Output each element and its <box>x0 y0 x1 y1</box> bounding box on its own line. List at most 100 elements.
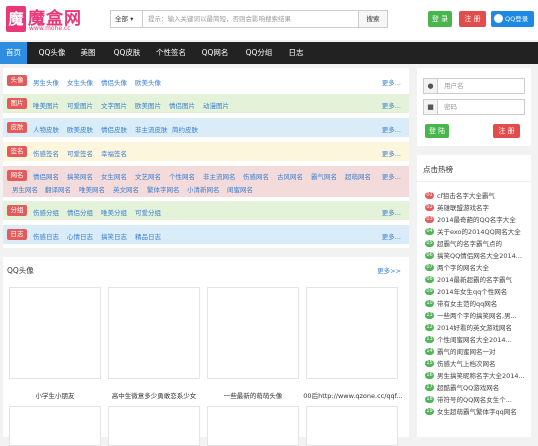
category-link[interactable]: 古风网名 <box>277 171 303 181</box>
category-link[interactable]: 文字图片 <box>101 100 127 110</box>
category-link[interactable]: 幸福签名 <box>101 148 127 158</box>
category-link[interactable]: 伤感日志 <box>33 231 59 241</box>
hot-list-item[interactable]: 03 2014最奇葩的QQ名字大全 <box>425 214 531 225</box>
search-scope-select[interactable]: 全部 ▾ <box>110 10 143 28</box>
nav-journal[interactable]: 日志 <box>283 42 309 64</box>
hot-list-item[interactable]: 16 男生搞笑昵称名字大全2014... <box>425 370 531 381</box>
category-link[interactable]: 伤感签名 <box>33 148 59 158</box>
section-more-link[interactable]: 更多>> <box>377 265 401 275</box>
qq-login-button[interactable]: QQ登录 <box>491 11 534 27</box>
username-field[interactable]: ● 用户名 <box>423 78 525 94</box>
header-login-button[interactable]: 登 录 <box>428 11 452 27</box>
password-field[interactable]: ■ 密码 <box>423 99 525 115</box>
more-link[interactable]: 更多... <box>382 124 401 134</box>
nav-home[interactable]: 首页 <box>0 42 27 64</box>
hot-list-item[interactable]: 06 搞笑QQ情侣网名大全2014... <box>425 250 531 261</box>
hot-list-item[interactable]: 08 2014最新超霸的名字霸气 <box>425 274 531 285</box>
category-link[interactable]: 人物皮肤 <box>33 124 59 134</box>
category-link[interactable]: 霸气网名 <box>311 171 337 181</box>
avatar-thumbnail[interactable] <box>108 287 200 379</box>
category-link[interactable]: 情侣分组 <box>67 207 93 217</box>
category-link[interactable]: 欧美皮肤 <box>67 124 93 134</box>
hot-list-item[interactable]: 01 cf狙击名字大全霸气 <box>425 190 531 201</box>
avatar-thumbnail[interactable] <box>306 406 398 446</box>
hot-list-item[interactable]: 15 伤感大气上档次网名 <box>425 358 531 369</box>
hot-list-item[interactable]: 13 个性闺蜜网名大全2014... <box>425 334 531 345</box>
category-link[interactable]: 可爱分组 <box>135 207 161 217</box>
hot-list-item[interactable]: 14 霸气的闺蜜网名一对 <box>425 346 531 357</box>
category-link[interactable]: 简约皮肤 <box>172 124 198 134</box>
hot-list-item[interactable]: 18 带符号的QQ网名女生个... <box>425 394 531 405</box>
category-link[interactable]: 情侣网名 <box>33 171 59 181</box>
avatar-thumbnail[interactable] <box>207 287 299 379</box>
more-link[interactable]: 更多... <box>382 231 401 241</box>
category-link[interactable]: 女生网名 <box>101 171 127 181</box>
category-link[interactable]: 情侣头像 <box>101 77 127 87</box>
header-register-button[interactable]: 注 册 <box>459 11 486 27</box>
category-link[interactable]: 男生网名 <box>12 184 38 194</box>
category-link[interactable]: 伤感分组 <box>33 207 59 217</box>
nav-qq-skin[interactable]: QQ皮肤 <box>108 42 146 64</box>
avatar-thumbnail[interactable] <box>207 406 299 446</box>
category-link[interactable]: 情侣皮肤 <box>101 124 127 134</box>
category-link[interactable]: 欧美图片 <box>135 100 161 110</box>
site-logo[interactable]: 魔 魔盒网 www.mohe.cc <box>6 4 88 36</box>
more-link[interactable]: 更多... <box>382 207 401 217</box>
search-input[interactable]: 提示：输入关键词以最简短，否则会影响搜索结果 <box>143 10 359 28</box>
avatar-thumbnail[interactable] <box>9 287 101 379</box>
nav-pictures[interactable]: 美图 <box>76 42 100 64</box>
nav-qq-nickname[interactable]: QQ网名 <box>196 42 234 64</box>
category-link[interactable]: 唯美图片 <box>33 100 59 110</box>
search-button[interactable]: 搜索 <box>359 10 388 28</box>
login-button[interactable]: 登 陆 <box>425 124 449 138</box>
nav-signature[interactable]: 个性签名 <box>152 42 190 64</box>
hot-list-item[interactable]: 09 2014年女生qq个性网名 <box>425 286 531 297</box>
category-link[interactable]: 超萌网名 <box>345 171 371 181</box>
hot-list-item[interactable]: 02 英雄联盟游戏名字 <box>425 202 531 213</box>
hot-list-item[interactable]: 19 女生超萌霸气繁体字qq网名 <box>425 406 531 417</box>
hot-list-item[interactable]: 05 超霸气的名字霸气点的 <box>425 238 531 249</box>
category-link[interactable]: 可爱图片 <box>67 100 93 110</box>
category-link[interactable]: 可爱签名 <box>67 148 93 158</box>
hot-list-item[interactable]: 17 超酷霸气QQ游戏网名 <box>425 382 531 393</box>
more-link[interactable]: 更多... <box>382 100 401 110</box>
category-link[interactable]: 文艺网名 <box>135 171 161 181</box>
hot-list-item[interactable]: 04 关于exo的2014QQ网名大全 <box>425 226 531 237</box>
category-link[interactable]: 繁体字网名 <box>147 184 180 194</box>
category-link[interactable]: 非主流网名 <box>203 171 236 181</box>
category-link[interactable]: 搞笑网名 <box>67 171 93 181</box>
category-link[interactable]: 男生头像 <box>33 77 59 87</box>
thumbnail-caption[interactable]: 高中生微意多少勇敢恋系少女 <box>104 390 204 400</box>
category-link[interactable]: 非主流皮肤 <box>135 124 168 134</box>
avatar-thumbnail[interactable] <box>108 406 200 446</box>
category-link[interactable]: 搞笑日志 <box>101 231 127 241</box>
more-link[interactable]: 更多... <box>382 148 401 158</box>
category-link[interactable]: 精品日志 <box>135 231 161 241</box>
category-link[interactable]: 伤感网名 <box>243 171 269 181</box>
category-link[interactable]: 翻译网名 <box>45 184 71 194</box>
category-link[interactable]: 女生头像 <box>67 77 93 87</box>
nav-qq-avatar[interactable]: QQ头像 <box>33 42 71 64</box>
category-link[interactable]: 英文网名 <box>113 184 139 194</box>
avatar-thumbnail[interactable] <box>9 406 101 446</box>
more-link[interactable]: 更多... <box>382 171 401 181</box>
category-link[interactable]: 闺蜜网名 <box>227 184 253 194</box>
more-link[interactable]: 更多... <box>382 77 401 87</box>
category-link[interactable]: 动漫图片 <box>203 100 229 110</box>
register-button[interactable]: 注 册 <box>493 124 520 138</box>
thumbnail-caption[interactable]: 小学生小朋友 <box>9 390 101 400</box>
category-link[interactable]: 个性网名 <box>169 171 195 181</box>
hot-list-item[interactable]: 12 2014好看的英文游戏网名 <box>425 322 531 333</box>
category-link[interactable]: 唯美网名 <box>79 184 105 194</box>
thumbnail-caption[interactable]: 00后http://www.qzone.cc/qqf... <box>301 390 405 400</box>
category-link[interactable]: 心情日志 <box>67 231 93 241</box>
nav-qq-group[interactable]: QQ分组 <box>240 42 278 64</box>
hot-list-item[interactable]: 07 两个字的网名大全 <box>425 262 531 273</box>
thumbnail-caption[interactable]: 一些最新的萌萌头像 <box>207 390 299 400</box>
category-link[interactable]: 情侣图片 <box>169 100 195 110</box>
category-link[interactable]: 唯美分组 <box>101 207 127 217</box>
avatar-thumbnail[interactable] <box>306 287 398 379</box>
hot-list-item[interactable]: 10 带有女主范的qq网名 <box>425 298 531 309</box>
hot-list-item[interactable]: 11 一些两个字的搞笑网名,男... <box>425 310 531 321</box>
category-link[interactable]: 小清新网名 <box>187 184 220 194</box>
